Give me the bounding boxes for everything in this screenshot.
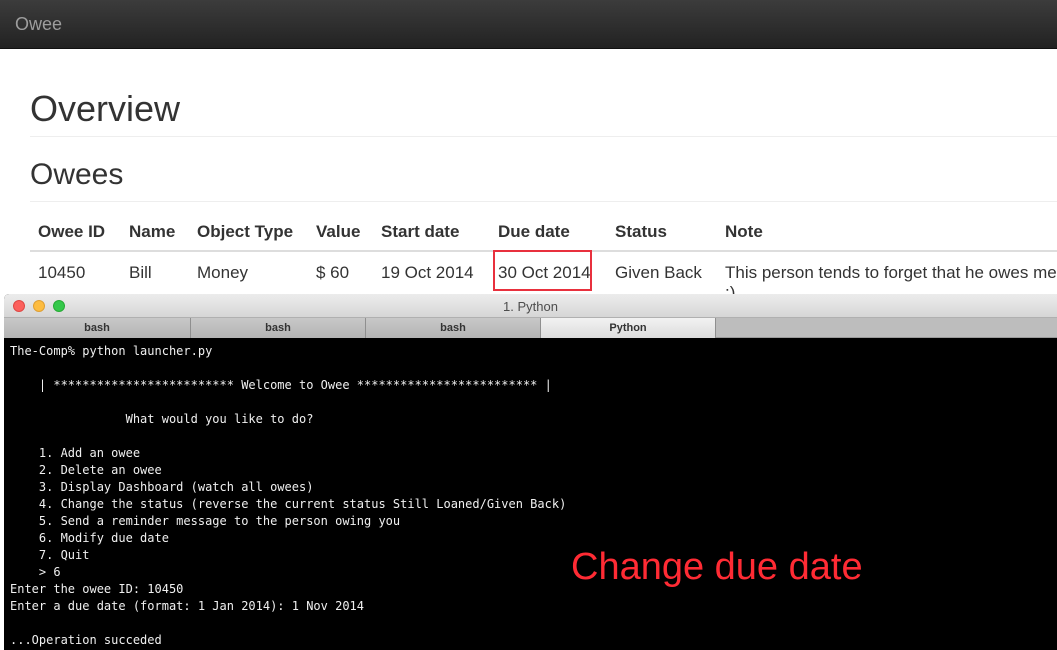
terminal-line: 4. Change the status (reverse the curren…	[10, 497, 567, 511]
column-header-owee-id: Owee ID	[38, 222, 106, 241]
divider	[30, 136, 1057, 137]
terminal-window: 1. Python bash bash bash Python The-Comp…	[4, 294, 1057, 650]
terminal-line: | ************************* Welcome to O…	[10, 378, 552, 392]
due-date-highlight-box	[493, 250, 592, 291]
column-header-name: Name	[129, 222, 176, 241]
terminal-line: > 6	[10, 565, 61, 579]
column-header-value: Value	[316, 222, 361, 241]
terminal-line: ...Operation succeded	[10, 633, 162, 647]
column-header-due-date: Due date	[498, 222, 570, 241]
annotation-label: Change due date	[571, 546, 863, 588]
terminal-line: The-Comp% python launcher.py	[10, 344, 213, 358]
terminal-line: 3. Display Dashboard (watch all owees)	[10, 480, 314, 494]
terminal-tabbar: bash bash bash Python	[4, 318, 1057, 338]
tab-bash-2[interactable]: bash	[191, 318, 366, 338]
terminal-title: 1. Python	[503, 299, 558, 314]
section-title: Owees	[30, 158, 124, 191]
cell-name: Bill	[129, 263, 152, 282]
column-header-start-date: Start date	[381, 222, 460, 241]
terminal-line: 1. Add an owee	[10, 446, 141, 460]
navbar: Owee	[0, 0, 1057, 49]
cell-object-type: Money	[197, 263, 249, 282]
terminal-line: Enter a due date (format: 1 Jan 2014): 1…	[10, 599, 365, 613]
column-header-note: Note	[725, 222, 763, 241]
terminal-line: 5. Send a reminder message to the person…	[10, 514, 401, 528]
tab-bash-3[interactable]: bash	[366, 318, 541, 338]
tab-python[interactable]: Python	[541, 318, 716, 338]
terminal-line: Enter the owee ID: 10450	[10, 582, 184, 596]
column-header-object-type: Object Type	[197, 222, 294, 241]
cell-value: $ 60	[316, 263, 350, 282]
page-title: Overview	[30, 88, 181, 129]
column-header-status: Status	[615, 222, 667, 241]
terminal-output[interactable]: The-Comp% python launcher.py | *********…	[10, 343, 566, 647]
terminal-line: 7. Quit	[10, 548, 90, 562]
terminal-line: 6. Modify due date	[10, 531, 169, 545]
cell-owee-id: 10450	[38, 263, 86, 282]
terminal-line: What would you like to do?	[10, 412, 314, 426]
tab-bash-1[interactable]: bash	[4, 318, 191, 338]
divider	[30, 201, 1057, 202]
brand-link[interactable]: Owee	[15, 14, 62, 35]
terminal-titlebar[interactable]: 1. Python	[4, 294, 1057, 318]
cell-status: Given Back	[615, 263, 702, 282]
terminal-line: 2. Delete an owee	[10, 463, 162, 477]
cell-start-date: 19 Oct 2014	[381, 263, 474, 282]
